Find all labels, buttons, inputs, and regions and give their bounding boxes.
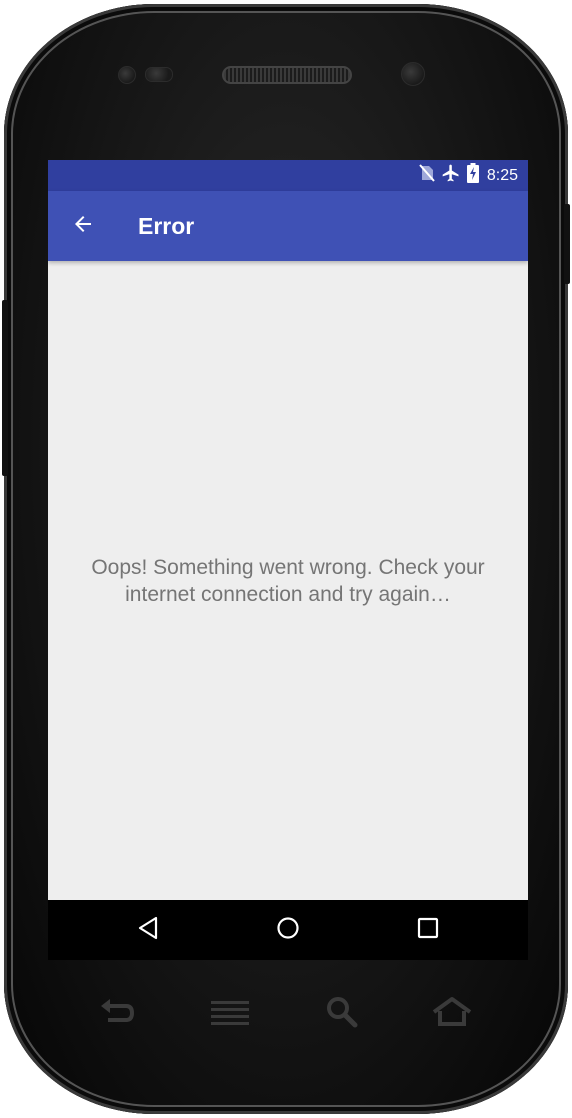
light-sensor bbox=[145, 67, 173, 82]
status-time: 8:25 bbox=[486, 166, 518, 184]
recents-square-icon bbox=[417, 917, 439, 944]
back-triangle-icon bbox=[137, 916, 159, 945]
hardware-search-button[interactable] bbox=[320, 996, 364, 1032]
nav-back-button[interactable] bbox=[128, 910, 168, 950]
no-sim-icon bbox=[419, 164, 435, 187]
proximity-sensor bbox=[118, 66, 136, 84]
front-camera bbox=[401, 62, 425, 86]
volume-button[interactable] bbox=[2, 300, 8, 476]
error-message: Oops! Something went wrong. Check your i… bbox=[91, 556, 485, 606]
status-icons: 8:25 bbox=[419, 160, 518, 191]
navigation-bar bbox=[48, 900, 528, 960]
hw-search-icon bbox=[325, 995, 359, 1034]
status-bar: 8:25 bbox=[48, 160, 528, 191]
airplane-mode-icon bbox=[441, 163, 461, 188]
home-circle-icon bbox=[276, 916, 300, 945]
nav-home-button[interactable] bbox=[268, 910, 308, 950]
screen: 8:25 Error Oops! Something went wrong. C… bbox=[48, 160, 528, 960]
hardware-home-button[interactable] bbox=[430, 996, 474, 1032]
hardware-menu-button[interactable] bbox=[208, 996, 252, 1032]
hardware-back-button[interactable] bbox=[96, 996, 140, 1032]
hw-home-icon bbox=[430, 996, 474, 1033]
nav-recents-button[interactable] bbox=[408, 910, 448, 950]
arrow-back-icon bbox=[71, 212, 95, 241]
hw-menu-icon bbox=[209, 997, 251, 1032]
power-button[interactable] bbox=[564, 204, 570, 284]
back-button[interactable] bbox=[64, 207, 102, 245]
earpiece-speaker bbox=[222, 66, 352, 84]
page-title: Error bbox=[138, 213, 195, 239]
app-bar: Error bbox=[48, 191, 528, 261]
hw-back-icon bbox=[98, 996, 138, 1033]
battery-charging-icon bbox=[466, 163, 479, 188]
